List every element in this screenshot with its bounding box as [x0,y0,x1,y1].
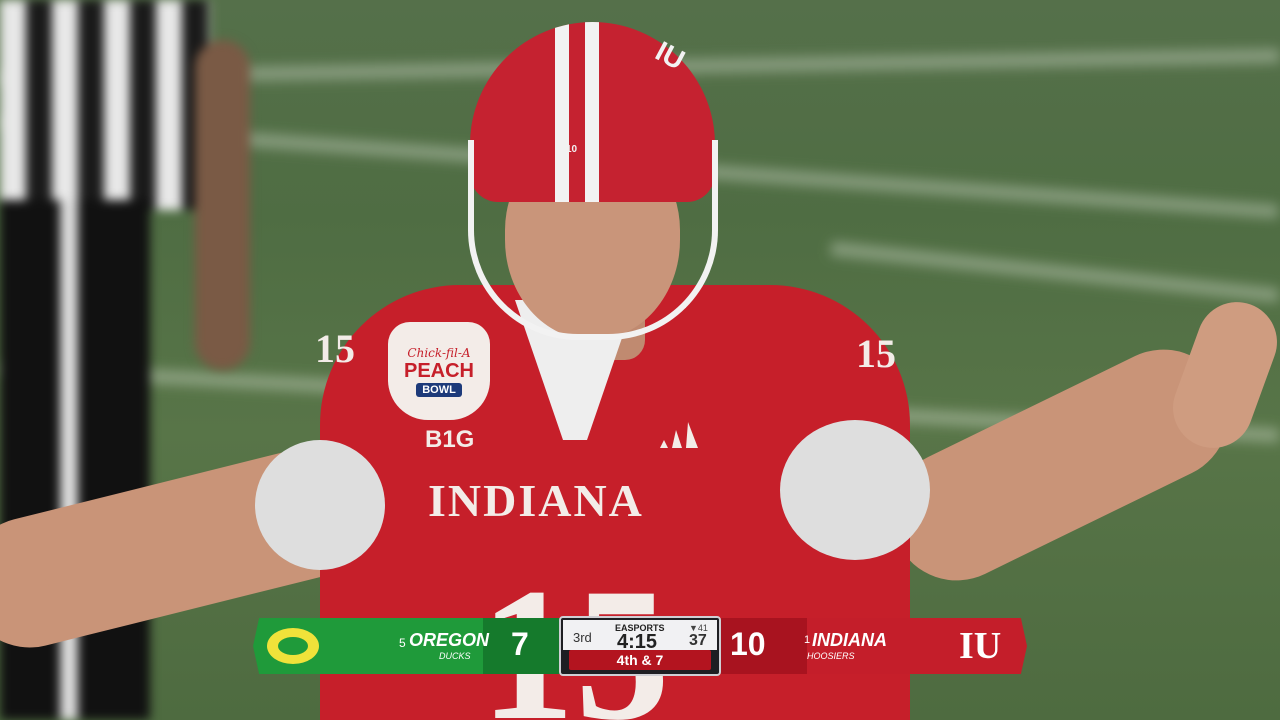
bowl-patch-middle: PEACH [403,359,474,382]
bowl-patch-top: Chick-fil-A [407,345,471,360]
away-score: 7 [511,626,529,662]
quarter: 3rd [573,630,592,645]
jersey-wordmark: INDIANA [428,475,644,526]
scoreboard: 5 OREGON DUCKS 7 10 1 INDIANA HOOSIERS I… [253,616,1027,676]
bowl-patch-bottom: BOWL [416,382,462,397]
home-team-mascot: HOOSIERS [807,651,855,661]
conference-logo: B1G [425,426,475,453]
clock-strip: 3rd EASPORTS 4:15 ▼41 37 [563,620,717,653]
play-clock: 37 [689,632,707,649]
oregon-o-logo-icon [267,628,319,664]
home-team-name: INDIANA [812,630,887,650]
sleeve-number: 15 [856,331,896,376]
game-clock-panel: 3rd EASPORTS 4:15 ▼41 37 4th & 7 [559,616,721,676]
yard-line [830,241,1280,303]
home-score: 10 [730,626,766,662]
right-sleeve [780,420,930,560]
game-scene: 10 IU Chick-fil-A PEACH BOWL B1G INDIANA… [0,0,1280,720]
indiana-logo-icon: IU [959,625,1002,667]
home-rank: 1 [804,634,811,646]
helmet-number: 10 [566,144,578,155]
left-hand [0,565,50,645]
peach-bowl-patch: Chick-fil-A PEACH BOWL [388,322,490,420]
three-stripes-logo-icon [660,422,698,448]
facemask [468,140,718,340]
away-rank: 5 [399,636,406,650]
away-team-name: OREGON [409,630,490,650]
away-team-mascot: DUCKS [439,651,471,661]
sleeve-number-left: 15 [315,326,355,371]
down-and-distance: 4th & 7 [569,650,711,670]
referee-shirt [0,0,210,210]
left-sleeve [255,440,385,570]
referee-arm [195,40,250,370]
